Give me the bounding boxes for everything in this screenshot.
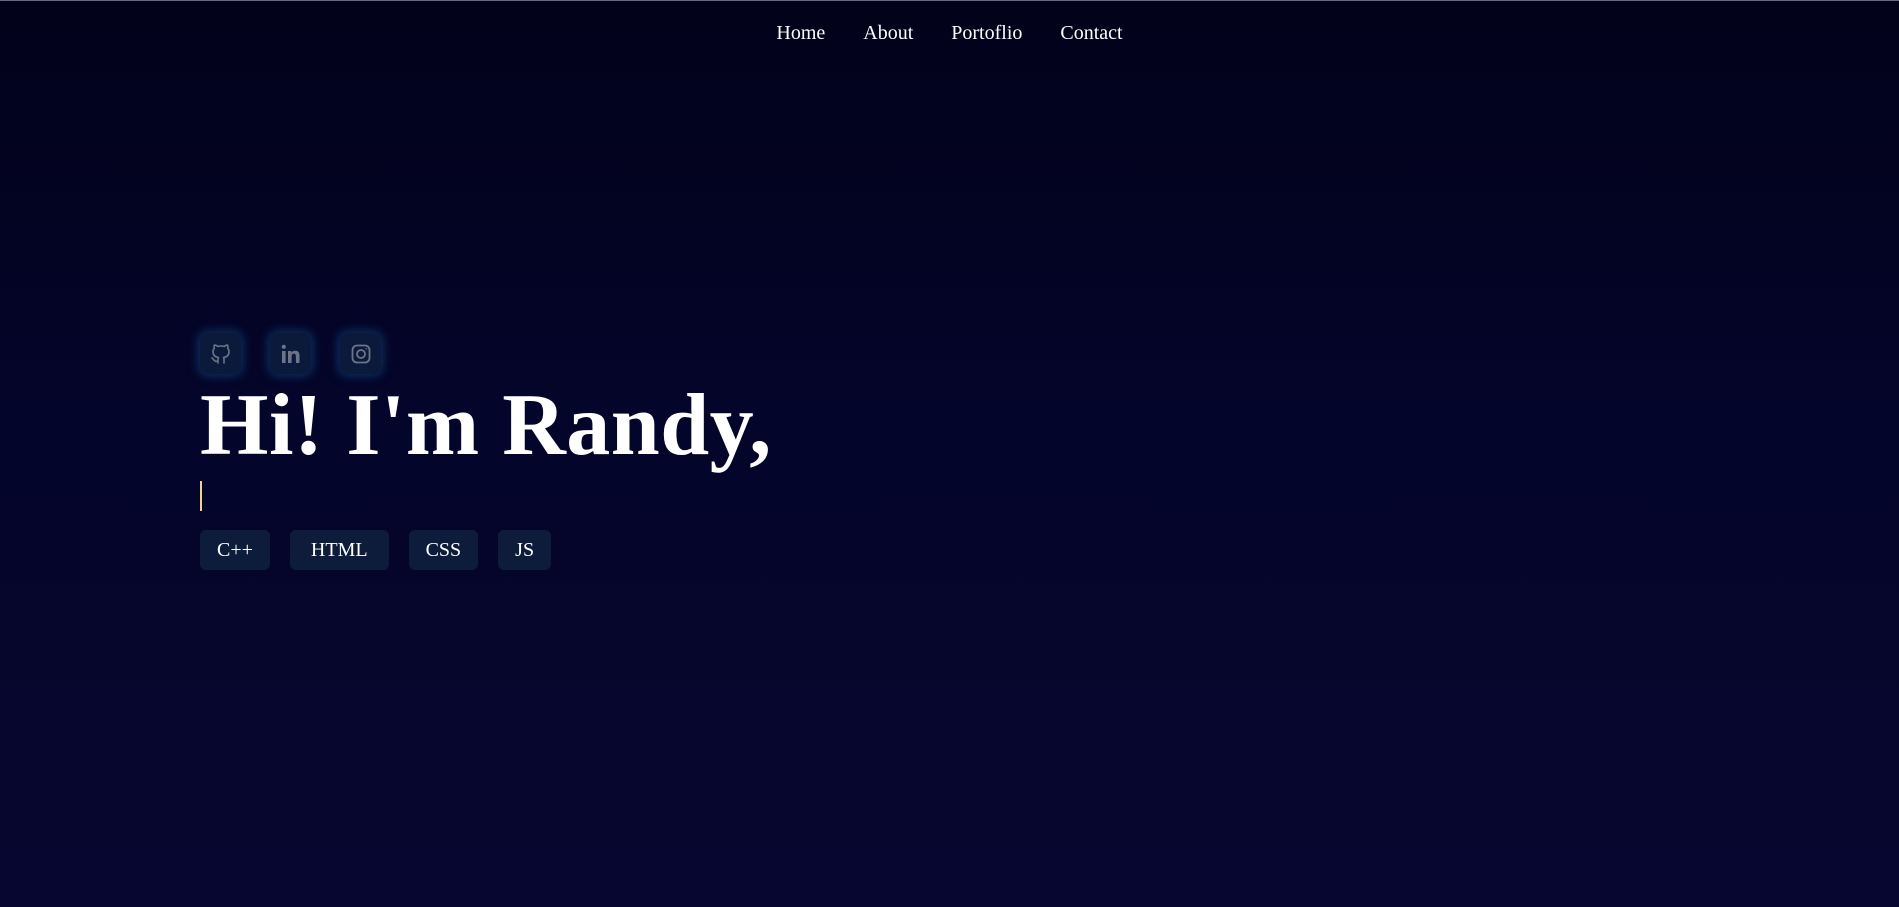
typed-text — [200, 480, 772, 512]
top-nav: Home About Portoflio Contact — [0, 21, 1899, 45]
skill-chip-css: CSS — [408, 530, 479, 570]
skill-chip-js: JS — [498, 530, 552, 570]
linkedin-icon — [281, 344, 299, 363]
nav-portfolio-link[interactable]: Portoflio — [951, 21, 1022, 45]
hero-title: Hi! I'm Randy, — [200, 377, 772, 474]
linkedin-link[interactable] — [270, 333, 311, 374]
skill-chip-cpp: C++ — [200, 530, 270, 570]
nav-home-link[interactable]: Home — [776, 21, 825, 45]
typing-caret — [200, 481, 202, 511]
hero-section: Hi! I'm Randy, C++ HTML CSS JS — [200, 333, 772, 570]
instagram-link[interactable] — [340, 333, 381, 374]
skill-chip-html: HTML — [289, 530, 389, 570]
github-icon — [210, 343, 230, 364]
nav-about-link[interactable]: About — [863, 21, 913, 45]
nav-contact-link[interactable]: Contact — [1060, 21, 1122, 45]
skill-chips: C++ HTML CSS JS — [200, 530, 772, 570]
social-links — [200, 333, 772, 374]
github-link[interactable] — [200, 333, 241, 374]
instagram-icon — [351, 344, 370, 363]
